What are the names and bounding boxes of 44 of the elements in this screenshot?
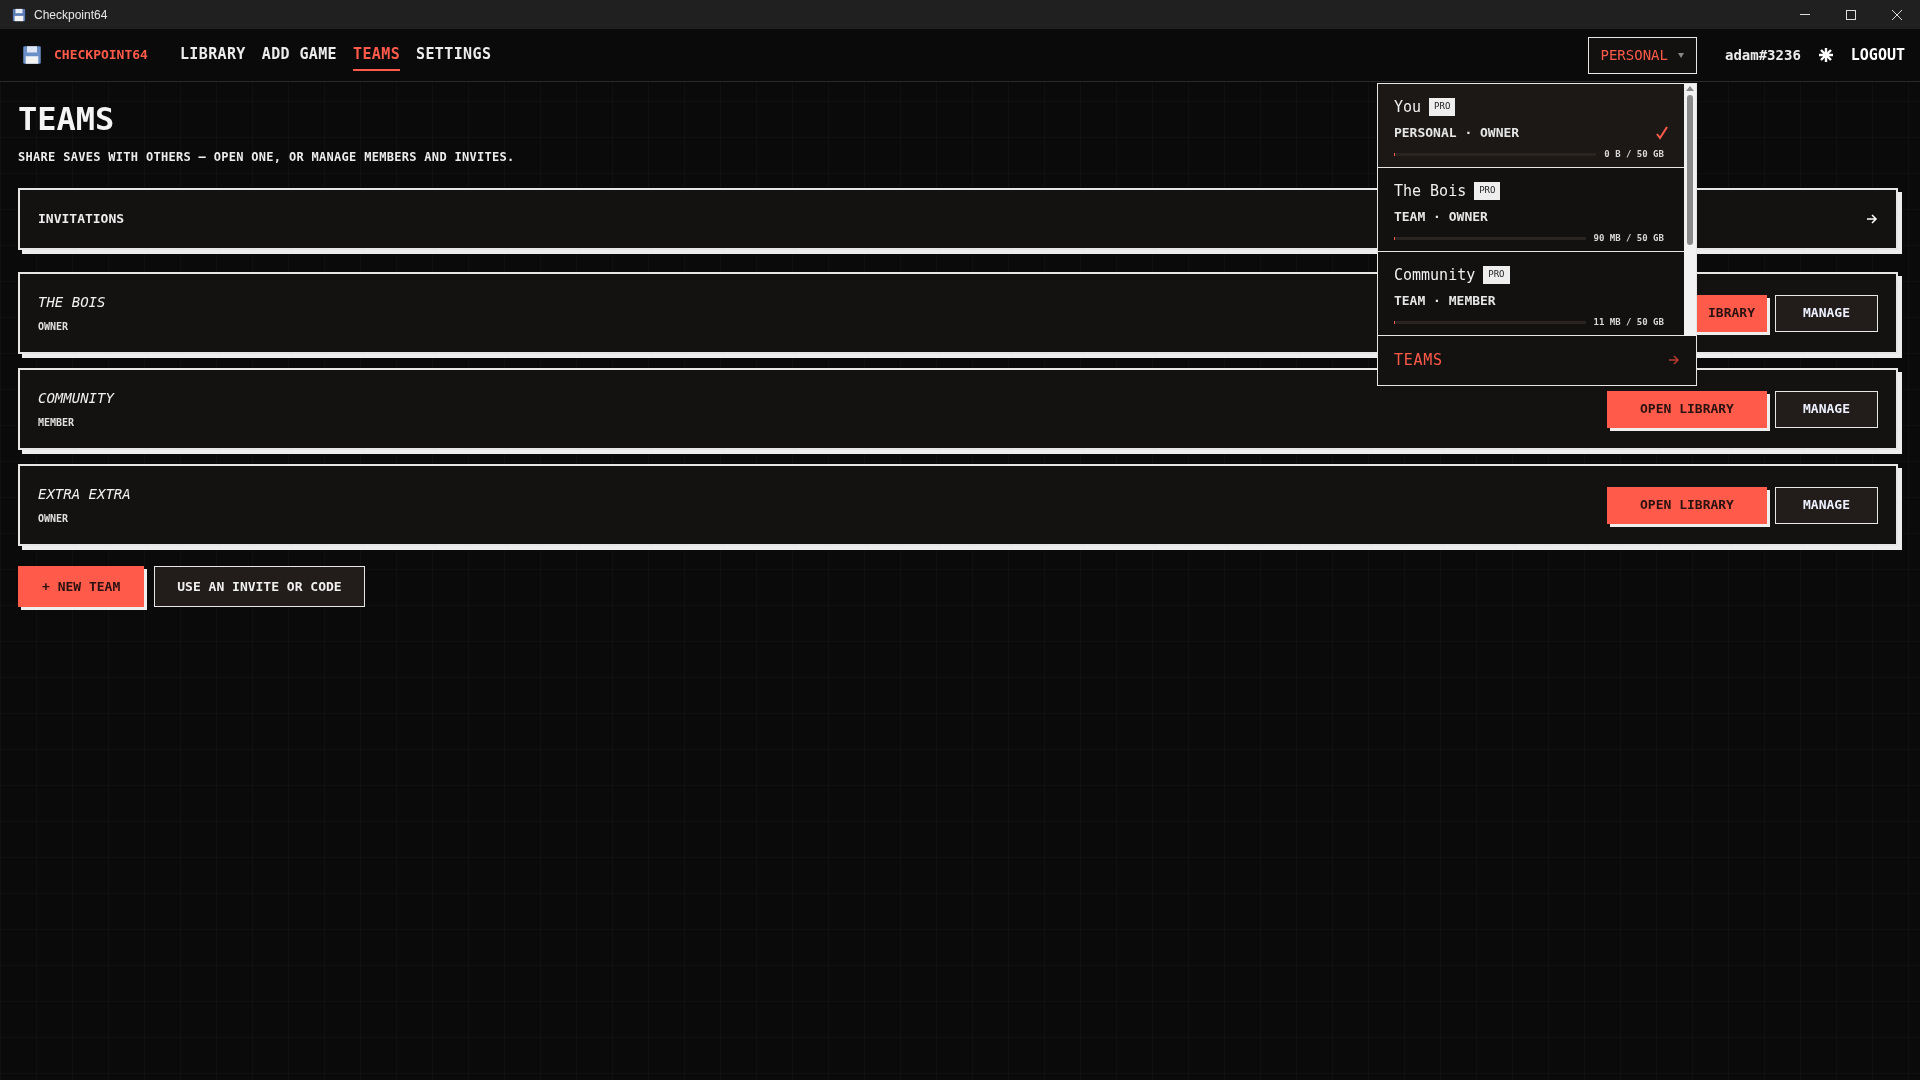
caret-icon [1677,52,1684,58]
team-role: OWNER [38,320,70,334]
team-name: THE BOIS [38,293,106,312]
arrow-right-icon [1667,355,1680,365]
storage-usage: 11 MB / 50 GB [1593,315,1664,329]
option-name: Community [1393,264,1476,286]
logout-button[interactable]: LOGOUT [1850,43,1905,67]
manage-button[interactable]: MANAGE [1775,294,1878,332]
storage-usage: 0 B / 50 GB [1604,147,1664,161]
new-team-button[interactable]: + NEW TEAM [18,566,145,607]
nav-link[interactable]: LIBRARY [179,43,246,71]
pro-badge: PRO [1483,266,1510,284]
team-role: OWNER [38,512,70,526]
nav-link[interactable]: ADD GAME [261,43,337,71]
context-switcher[interactable]: PERSONAL [1587,36,1697,74]
manage-button[interactable]: MANAGE [1775,390,1878,428]
option-role: PERSONAL · OWNER [1393,124,1520,142]
use-invite-button[interactable]: USE AN INVITE OR CODE [154,566,365,607]
close-icon [1892,9,1902,20]
open-library-button[interactable]: OPEN LIBRARY [1607,390,1767,428]
brand-logo[interactable]: CHECKPOINT64 [54,45,148,65]
option-name: You [1393,96,1422,118]
window-title: Checkpoint64 [34,6,108,24]
pro-badge: PRO [1429,98,1456,116]
pro-badge: PRO [1474,182,1501,200]
option-role: TEAM · MEMBER [1393,292,1496,310]
manage-button[interactable]: MANAGE [1775,486,1878,524]
team-role: MEMBER [38,416,76,430]
team-option[interactable]: You PRO PERSONAL · OWNER 0 B / 50 GB [1377,83,1684,168]
option-role: TEAM · OWNER [1393,208,1488,226]
asterisk-icon [1818,48,1833,62]
checkmark-icon [1655,125,1668,140]
username: adam#3236 [1724,45,1801,65]
team-name: COMMUNITY [38,389,114,408]
page-subtitle: SHARE SAVES WITH OTHERS — OPEN ONE, OR MANAGE MEMBERS AND INVITES. [18,149,515,166]
nav-link[interactable]: TEAMS [353,43,401,71]
maximize-icon [1846,9,1856,20]
arrow-right-icon [1866,214,1878,224]
team-name: EXTRA EXTRA [38,485,131,504]
open-library-button[interactable]: OPEN LIBRARY [1607,486,1767,524]
nav-link[interactable]: SETTINGS [416,43,492,71]
storage-usage: 90 MB / 50 GB [1593,231,1664,245]
page-title: TEAMS [18,100,115,138]
minimize-icon [1800,14,1810,15]
